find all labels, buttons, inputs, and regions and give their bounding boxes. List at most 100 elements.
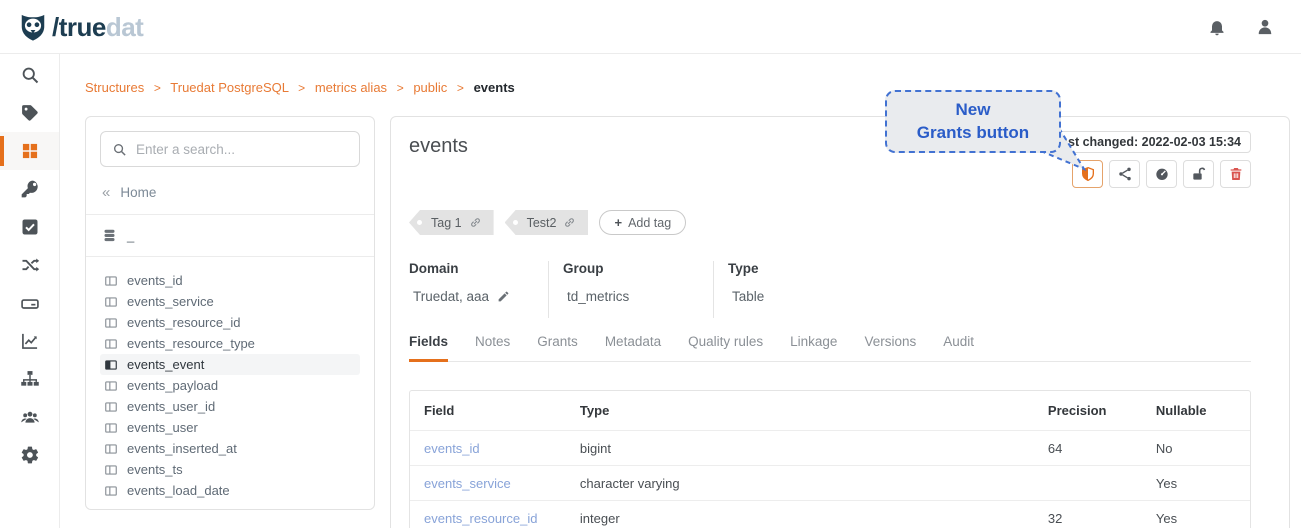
users-icon — [20, 407, 40, 427]
sidebar-item-search[interactable] — [0, 56, 59, 94]
tab-linkage[interactable]: Linkage — [790, 334, 837, 361]
tab-versions[interactable]: Versions — [864, 334, 916, 361]
breadcrumb: Structures > Truedat PostgreSQL > metric… — [85, 80, 1290, 95]
structure-nav-panel: « Home _ events_id events_service events… — [85, 116, 375, 510]
edit-pencil-icon[interactable] — [497, 290, 510, 303]
sidebar-item-dashboards[interactable] — [0, 322, 59, 360]
breadcrumb-link-alias[interactable]: metrics alias — [315, 80, 387, 95]
tag-chip[interactable]: Test2 — [505, 210, 589, 235]
sitemap-icon — [20, 369, 40, 389]
parent-structure-label: _ — [127, 228, 134, 243]
unlock-icon — [1191, 166, 1207, 182]
tag-label: Tag 1 — [431, 216, 462, 230]
breadcrumb-separator: > — [154, 81, 161, 95]
quality-gauge-button[interactable] — [1146, 160, 1177, 188]
divider — [86, 214, 374, 215]
field-list-item[interactable]: events_resource_type — [100, 333, 360, 354]
field-link[interactable]: events_service — [410, 466, 566, 501]
field-list-item[interactable]: events_load_date — [100, 480, 360, 501]
tab-grants[interactable]: Grants — [537, 334, 578, 361]
field-type: character varying — [566, 466, 1034, 501]
breadcrumb-link-structures[interactable]: Structures — [85, 80, 144, 95]
tag-chip[interactable]: Tag 1 — [409, 210, 494, 235]
field-type: integer — [566, 501, 1034, 528]
fields-table: Field Type Precision Nullable events_id … — [409, 390, 1251, 528]
field-list-item[interactable]: events_resource_id — [100, 312, 360, 333]
field-link[interactable]: events_id — [410, 431, 566, 466]
meta-group: Group td_metrics — [548, 261, 713, 318]
lock-button[interactable] — [1183, 160, 1214, 188]
field-list-item[interactable]: events_ts — [100, 459, 360, 480]
tab-quality-rules[interactable]: Quality rules — [688, 334, 763, 361]
breadcrumb-link-system[interactable]: Truedat PostgreSQL — [170, 80, 288, 95]
tag-label: Test2 — [527, 216, 557, 230]
sidebar-item-systems[interactable] — [0, 284, 59, 322]
share-button[interactable] — [1109, 160, 1140, 188]
sidebar-item-user-groups[interactable] — [0, 398, 59, 436]
field-list-item[interactable]: events_service — [100, 291, 360, 312]
sidebar-item-tags[interactable] — [0, 94, 59, 132]
user-profile-icon[interactable] — [1255, 17, 1275, 37]
field-nullable: Yes — [1142, 466, 1250, 501]
meta-domain: Domain Truedat, aaa — [409, 261, 548, 318]
field-list-item[interactable]: events_payload — [100, 375, 360, 396]
sidebar-item-relations[interactable] — [0, 246, 59, 284]
grid-icon — [20, 141, 40, 161]
add-tag-button[interactable]: + Add tag — [599, 210, 686, 235]
gear-icon — [20, 445, 40, 465]
notifications-bell-icon[interactable] — [1207, 17, 1227, 37]
table-icon — [104, 463, 118, 477]
field-list-item[interactable]: events_id — [100, 270, 360, 291]
field-nullable: No — [1142, 431, 1250, 466]
check-square-icon — [20, 217, 40, 237]
link-icon — [563, 216, 576, 229]
group-value: td_metrics — [567, 289, 629, 304]
grants-shield-button[interactable] — [1072, 160, 1103, 188]
home-link[interactable]: « Home — [102, 184, 358, 201]
sidebar-item-domains[interactable] — [0, 360, 59, 398]
breadcrumb-separator: > — [457, 81, 464, 95]
tab-metadata[interactable]: Metadata — [605, 334, 661, 361]
content-area: Structures > Truedat PostgreSQL > metric… — [60, 54, 1301, 528]
search-input[interactable] — [136, 142, 348, 157]
field-list-item[interactable]: events_inserted_at — [100, 438, 360, 459]
tags-row: Tag 1 Test2 + Add tag — [409, 210, 1251, 235]
double-chevron-left-icon: « — [102, 184, 110, 201]
truedat-logo[interactable]: /truedat — [18, 12, 143, 42]
breadcrumb-separator: > — [298, 81, 305, 95]
col-header-nullable: Nullable — [1142, 391, 1250, 431]
divider — [86, 256, 374, 257]
delete-button[interactable] — [1220, 160, 1251, 188]
tab-notes[interactable]: Notes — [475, 334, 510, 361]
table-row: events_service character varying Yes — [410, 466, 1250, 501]
field-list-item[interactable]: events_user_id — [100, 396, 360, 417]
field-list-item-selected[interactable]: events_event — [100, 354, 360, 375]
tab-bar: Fields Notes Grants Metadata Quality rul… — [409, 334, 1251, 362]
sidebar-item-permissions[interactable] — [0, 170, 59, 208]
meta-type: Type Table — [713, 261, 883, 318]
sidebar-item-settings[interactable] — [0, 436, 59, 474]
type-value: Table — [732, 289, 764, 304]
table-row: events_resource_id integer 32 Yes — [410, 501, 1250, 528]
owl-logo-icon — [18, 12, 48, 42]
tab-fields[interactable]: Fields — [409, 334, 448, 362]
search-icon — [20, 65, 40, 85]
brand-text: /truedat — [52, 14, 143, 40]
topbar-actions — [1207, 17, 1275, 37]
breadcrumb-link-schema[interactable]: public — [413, 80, 447, 95]
table-icon — [104, 379, 118, 393]
structure-detail-panel: events Last changed: 2022-02-03 15:34 — [390, 116, 1290, 528]
field-link[interactable]: events_resource_id — [410, 501, 566, 528]
parent-structure-item[interactable]: _ — [102, 228, 358, 243]
left-icon-rail — [0, 54, 60, 528]
table-icon — [104, 442, 118, 456]
field-list-item[interactable]: events_user — [100, 417, 360, 438]
search-box — [100, 131, 360, 167]
breadcrumb-separator: > — [397, 81, 404, 95]
link-icon — [469, 216, 482, 229]
shuffle-icon — [20, 255, 40, 275]
share-nodes-icon — [1117, 166, 1133, 182]
sidebar-item-rules[interactable] — [0, 208, 59, 246]
tab-audit[interactable]: Audit — [943, 334, 974, 361]
sidebar-item-structures[interactable] — [0, 132, 59, 170]
